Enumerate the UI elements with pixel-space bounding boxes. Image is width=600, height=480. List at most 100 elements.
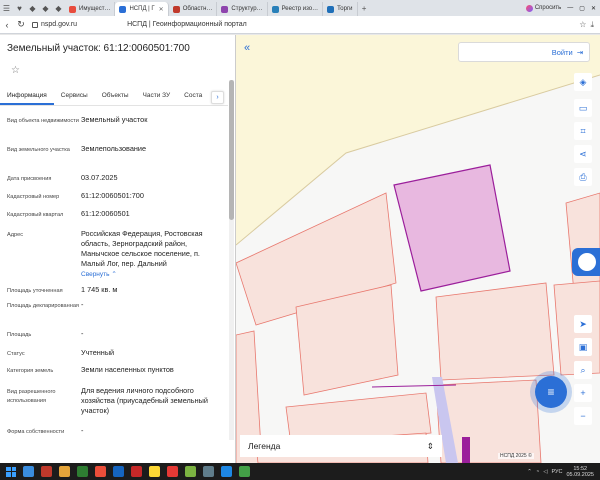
services-panel-button[interactable]: [572, 248, 600, 276]
bookmark-icon[interactable]: ☆: [579, 20, 586, 30]
browser-tab-1[interactable]: НСПД | Г ✕: [115, 2, 169, 16]
field-row: Кадастровый квартал 61:12:0060501: [0, 209, 228, 229]
app-icon-1[interactable]: [41, 466, 52, 477]
tabs-scroll-right-icon[interactable]: ›: [211, 91, 224, 104]
collapse-label: Свернуть: [81, 271, 110, 278]
browser-tab-4[interactable]: Реестр изо…: [268, 2, 324, 16]
share-icon[interactable]: ⋖: [574, 145, 592, 163]
address-bar: ‹ ↻ nspd.gov.ru НСПД | Геоинформационный…: [0, 16, 600, 34]
parcel[interactable]: [435, 282, 555, 381]
clock-date: 05.09.2025: [566, 471, 594, 478]
network-icon[interactable]: ◔: [536, 469, 539, 475]
new-tab-icon[interactable]: +: [358, 0, 371, 16]
field-label: Кадастровый номер: [7, 194, 60, 200]
zoom-out-icon[interactable]: −: [574, 407, 592, 425]
print-icon[interactable]: ⎙: [574, 168, 592, 186]
field-label: Вид земельного участка: [7, 147, 70, 153]
telegram-icon[interactable]: [221, 466, 232, 477]
field-row: Статус Учтенный: [0, 348, 228, 365]
search-location-icon[interactable]: ⌕: [574, 361, 592, 379]
tab-favicon-icon: [172, 5, 180, 13]
map-view[interactable]: « Войти ⇥ ◈ ▭ ⌗ ⋖ ⎙ ➤ ▣ ⌕ + − ≡ Легенда ⇕ …: [236, 35, 600, 463]
browser-tab-0[interactable]: Имущест…: [65, 2, 116, 16]
page-title: НСПД | Геоинформационный портал: [127, 21, 247, 28]
map-toolbar-top: ◈: [574, 73, 594, 91]
field-row: Кадастровый номер 61:12:0060501:700: [0, 191, 228, 209]
field-value: Для ведения личного подсобного хозяйства…: [81, 386, 208, 415]
pinned-tab-icon-2[interactable]: ◆: [39, 0, 52, 16]
scrollbar-thumb[interactable]: [229, 80, 234, 220]
selected-parcel[interactable]: [393, 164, 511, 292]
ask-assistant-button[interactable]: Спросить: [525, 4, 561, 12]
legend-bar[interactable]: Легенда ⇕: [240, 435, 442, 457]
field-row: Площадь уточненная 1 745 кв. м: [0, 285, 228, 300]
basemap-icon[interactable]: ▣: [574, 338, 592, 356]
word-icon[interactable]: [113, 466, 124, 477]
browser-menu-icon[interactable]: ☰: [0, 0, 13, 16]
tab-favicon-icon: [327, 5, 335, 13]
zoom-in-icon[interactable]: +: [574, 384, 592, 402]
tab-label: Областн…: [182, 6, 213, 12]
start-menu-icon[interactable]: [6, 466, 16, 477]
field-row: Дата присвоения 03.07.2025: [0, 173, 228, 191]
tab-label: Имущест…: [79, 6, 111, 12]
ruler-icon[interactable]: ▭: [574, 99, 592, 117]
collapse-panel-icon[interactable]: «: [240, 41, 254, 55]
browser-tab-2[interactable]: Областн…: [169, 2, 218, 16]
url-field[interactable]: nspd.gov.ru: [32, 21, 77, 28]
yandex-browser-icon[interactable]: [167, 466, 178, 477]
pinned-tab-icon-3[interactable]: ◆: [52, 0, 65, 16]
tray-chevron-icon[interactable]: ⌃: [527, 469, 532, 475]
select-area-icon[interactable]: ⌗: [574, 122, 592, 140]
os-taskbar: ⌃ ◔ ◁ РУС 15:52 05.09.2025: [0, 463, 600, 480]
menu-fab-button[interactable]: ≡: [535, 376, 567, 408]
chrome-icon[interactable]: [95, 466, 106, 477]
field-row: Категория земель Земли населенных пунктов: [0, 365, 228, 386]
file-explorer-icon[interactable]: [59, 466, 70, 477]
map-toolbar: ▭ ⌗ ⋖ ⎙: [574, 99, 594, 186]
locate-icon[interactable]: ➤: [574, 315, 592, 333]
field-value: -: [81, 426, 84, 435]
downloads-icon[interactable]: ⤓: [590, 20, 594, 30]
favorites-heart-icon[interactable]: ♥: [13, 0, 26, 16]
excel-icon[interactable]: [77, 466, 88, 477]
tab-land-parts[interactable]: Части ЗУ: [136, 89, 178, 105]
assistant-icon: [525, 4, 533, 12]
pinned-tab-icon-1[interactable]: ◆: [26, 0, 39, 16]
collapse-address-link[interactable]: Свернуть ⌃: [81, 270, 117, 280]
back-icon[interactable]: ‹: [0, 16, 14, 34]
tab-close-icon[interactable]: ✕: [159, 6, 164, 13]
app-icon-3[interactable]: [185, 466, 196, 477]
maximize-icon[interactable]: ▢: [579, 5, 585, 12]
edge-icon[interactable]: [23, 466, 34, 477]
language-indicator[interactable]: РУС: [551, 469, 562, 475]
volume-icon[interactable]: ◁: [543, 469, 547, 475]
login-button[interactable]: Войти ⇥: [458, 42, 590, 62]
reload-icon[interactable]: ↻: [14, 16, 28, 34]
browser-tab-3[interactable]: Структур…: [217, 2, 268, 16]
tab-label: Реестр изо…: [281, 6, 319, 12]
close-window-icon[interactable]: ✕: [591, 5, 596, 12]
panel-scrollbar[interactable]: [229, 80, 234, 440]
favorite-star-icon[interactable]: ☆: [11, 65, 20, 76]
parcel[interactable]: [565, 192, 600, 294]
whatsapp-icon[interactable]: [239, 466, 250, 477]
tab-composition[interactable]: Соста: [177, 89, 209, 105]
app-icon-2[interactable]: [149, 466, 160, 477]
browser-tab-5[interactable]: Торги: [323, 2, 358, 16]
layers-icon[interactable]: ◈: [574, 73, 592, 91]
tab-services[interactable]: Сервисы: [54, 89, 95, 105]
tab-favicon-icon: [69, 5, 76, 13]
field-value: Российская Федерация, Ростовская область…: [81, 229, 203, 268]
field-row: Вид разрешенного использования Для ведени…: [0, 386, 228, 426]
field-row: Вид земельного участка Землепользование: [0, 144, 228, 173]
minimize-icon[interactable]: —: [567, 5, 573, 11]
tab-objects[interactable]: Объекты: [95, 89, 136, 105]
yandex-icon[interactable]: [131, 466, 142, 477]
field-value: 03.07.2025: [81, 173, 118, 182]
tab-information[interactable]: Информация: [0, 89, 54, 105]
field-value: 1 745 кв. м: [81, 285, 118, 294]
tab-label: НСПД | Г: [129, 6, 155, 12]
clock[interactable]: 15:52 05.09.2025: [566, 466, 594, 478]
app-icon-4[interactable]: [203, 466, 214, 477]
